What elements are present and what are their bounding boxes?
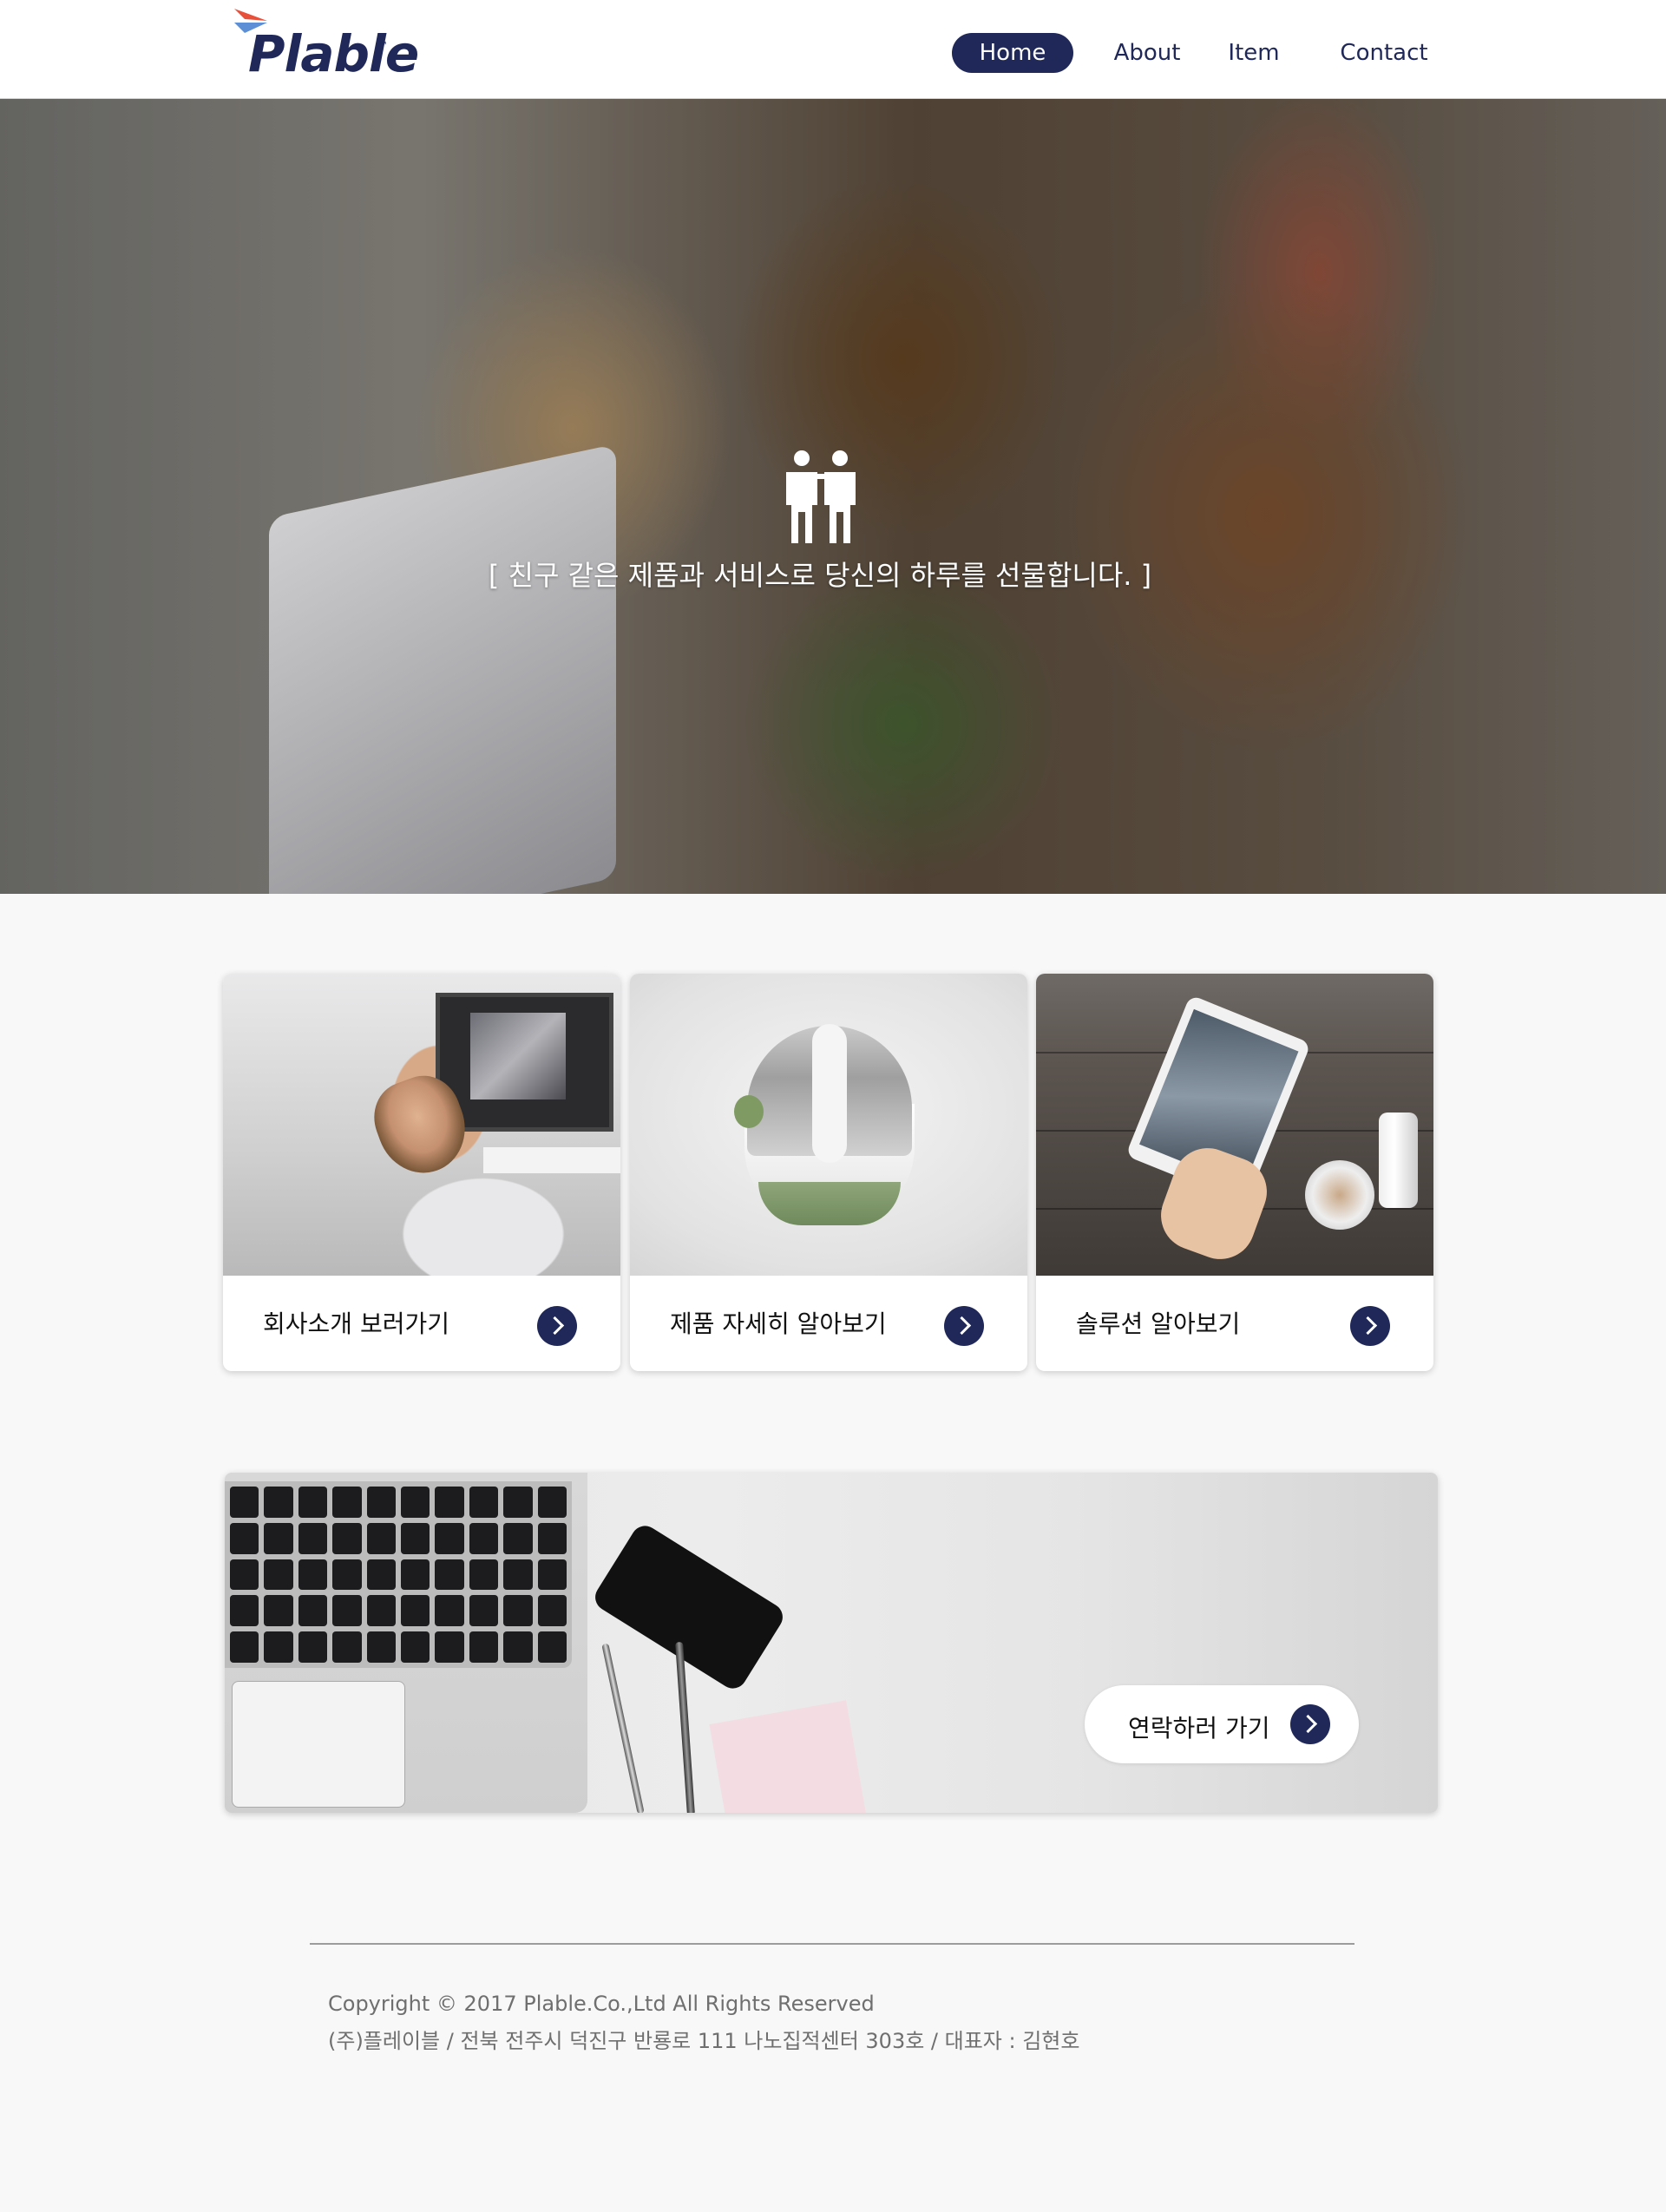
card-image-device xyxy=(630,974,1027,1276)
device-knob-shape xyxy=(734,1095,764,1128)
footer-address: (주)플레이블 / 전북 전주시 덕진구 반룡로 111 나노집적센터 303호… xyxy=(328,2029,1080,2053)
sticky-note-shape xyxy=(709,1700,872,1813)
laptop-keyboard-shape xyxy=(225,1473,587,1813)
nav-home[interactable]: Home xyxy=(952,33,1073,73)
card-company-intro[interactable]: 회사소개 보러가기 xyxy=(223,974,620,1371)
chevron-right-icon[interactable] xyxy=(1290,1704,1330,1744)
trackpad-shape xyxy=(232,1681,405,1808)
footer-copyright: Copyright © 2017 Plable.Co.,Ltd All Righ… xyxy=(328,1992,875,2016)
chevron-right-icon[interactable] xyxy=(1350,1306,1390,1346)
site-header: Plable ™ Home About Item Contact xyxy=(0,0,1666,99)
monitor-shape xyxy=(436,993,613,1132)
nav-contact[interactable]: Contact xyxy=(1328,33,1440,73)
nav-about[interactable]: About xyxy=(1104,33,1190,73)
device-ring-shape xyxy=(758,1182,901,1225)
contact-banner: 연락하러 가기 xyxy=(225,1473,1438,1813)
card-label: 솔루션 알아보기 xyxy=(1076,1309,1241,1338)
contact-button-label: 연락하러 가기 xyxy=(1128,1714,1270,1743)
smartphone-shape xyxy=(590,1520,788,1694)
pen-shape xyxy=(601,1643,645,1813)
chevron-right-icon[interactable] xyxy=(944,1306,984,1346)
contact-button[interactable]: 연락하러 가기 xyxy=(1085,1685,1359,1763)
desk-shape xyxy=(483,1147,620,1173)
pen-shape xyxy=(675,1641,695,1813)
chevron-right-icon[interactable] xyxy=(537,1306,577,1346)
hero-content: [ 친구 같은 제품과 서비스로 당신의 하루를 선물합니다. ] xyxy=(0,99,1666,894)
main-nav: Home About Item Contact xyxy=(0,33,1666,75)
nav-item[interactable]: Item xyxy=(1215,33,1293,73)
keyboard-keys xyxy=(225,1481,572,1668)
hero-banner: [ 친구 같은 제품과 서비스로 당신의 하루를 선물합니다. ] xyxy=(0,99,1666,894)
device-band-shape xyxy=(812,1024,847,1163)
card-product-detail[interactable]: 제품 자세히 알아보기 xyxy=(630,974,1027,1371)
people-icon xyxy=(786,450,856,543)
footer-divider xyxy=(310,1943,1354,1945)
hero-tagline: [ 친구 같은 제품과 서비스로 당신의 하루를 선물합니다. ] xyxy=(488,559,1152,592)
card-image-office xyxy=(223,974,620,1276)
sugar-shaker-shape xyxy=(1379,1113,1418,1208)
card-solution[interactable]: 솔루션 알아보기 xyxy=(1036,974,1433,1371)
card-label: 회사소개 보러가기 xyxy=(263,1309,449,1338)
card-label: 제품 자세히 알아보기 xyxy=(670,1309,887,1338)
card-image-tablet xyxy=(1036,974,1433,1276)
coffee-cup-shape xyxy=(1305,1160,1374,1230)
